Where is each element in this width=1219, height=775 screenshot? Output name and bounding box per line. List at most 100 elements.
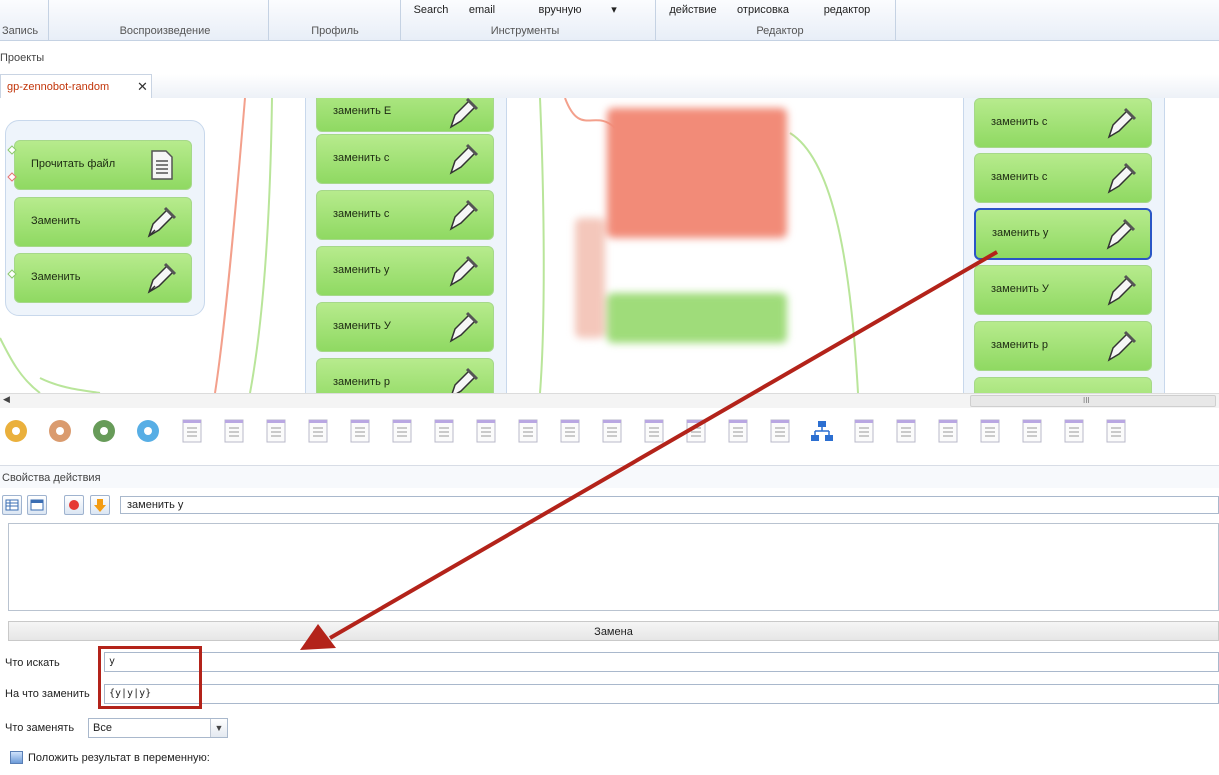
list-document-icon[interactable] (304, 416, 332, 446)
find-input[interactable]: у (104, 652, 1219, 672)
editor-button[interactable]: редактор (814, 4, 880, 17)
node-label: Заменить (31, 271, 81, 283)
robot-icon[interactable] (134, 416, 162, 446)
node-replace[interactable]: заменить У (974, 265, 1152, 315)
horizontal-scrollbar[interactable]: ◀ III (0, 393, 1219, 408)
scroll-left-arrow-icon[interactable]: ◀ (3, 394, 10, 405)
group-editor: Редактор (756, 25, 804, 37)
list-document-icon[interactable] (892, 416, 920, 446)
node-label: заменить у (333, 264, 390, 276)
node-label: заменить с (991, 116, 1048, 128)
record-icon[interactable] (64, 495, 84, 515)
save-result-checkbox[interactable] (10, 751, 23, 764)
node-partial[interactable] (974, 377, 1152, 393)
node-replace[interactable]: заменить у (316, 246, 494, 296)
list-document-icon[interactable] (1102, 416, 1130, 446)
list-document-icon[interactable] (262, 416, 290, 446)
properties-toolbar: заменить у (0, 490, 1219, 520)
dropdown-arrow-icon[interactable]: ▾ (606, 4, 622, 17)
node-label: заменить р (333, 376, 391, 388)
pen-icon (449, 199, 479, 231)
properties-title: Свойства действия (2, 472, 101, 484)
node-label: заменить У (333, 320, 391, 332)
section-title: Замена (594, 626, 633, 638)
email-button[interactable]: email (462, 4, 502, 17)
list-document-icon[interactable] (430, 416, 458, 446)
list-document-icon[interactable] (514, 416, 542, 446)
list-document-icon[interactable] (640, 416, 668, 446)
chalkboard-icon[interactable] (90, 416, 118, 446)
what-to-replace-select[interactable]: Все ▼ (88, 718, 228, 738)
save-result-label: Положить результат в переменную: (28, 752, 210, 764)
replace-input[interactable]: {у|у|у} (104, 684, 1219, 704)
chevron-down-icon[interactable]: ▼ (210, 719, 227, 737)
render-button[interactable]: отрисовка (730, 4, 796, 17)
node-replace[interactable]: заменить р (974, 321, 1152, 371)
annotation-highlight-box (98, 646, 202, 709)
network-icon[interactable] (808, 416, 836, 446)
node-replace[interactable]: заменить р (316, 358, 494, 393)
list-document-icon[interactable] (178, 416, 206, 446)
list-document-icon[interactable] (556, 416, 584, 446)
tab-project[interactable]: gp-zennobot-random ✕ (0, 74, 152, 98)
list-document-icon[interactable] (850, 416, 878, 446)
scrollbar-thumb[interactable]: III (970, 395, 1216, 407)
window-icon[interactable] (27, 495, 47, 515)
node-label: заменить У (991, 283, 1049, 295)
pen-icon (449, 311, 479, 343)
group-playback: Воспроизведение (119, 25, 211, 37)
ribbon: Search email вручную ▾ действие отрисовк… (0, 0, 1219, 41)
node-replace[interactable]: Заменить (14, 253, 192, 303)
action-name-field[interactable]: заменить у (120, 496, 1219, 514)
node-replace[interactable]: Заменить (14, 197, 192, 247)
pen-icon (449, 143, 479, 175)
table-icon[interactable] (2, 495, 22, 515)
tab-strip (0, 74, 1219, 99)
list-document-icon[interactable] (346, 416, 374, 446)
blurred-region (575, 98, 795, 358)
list-document-icon[interactable] (388, 416, 416, 446)
manual-button[interactable]: вручную (530, 4, 590, 17)
node-label: заменить с (333, 152, 390, 164)
group-record: Запись (1, 25, 39, 37)
separator (895, 0, 896, 40)
list-document-icon[interactable] (1018, 416, 1046, 446)
what-to-replace-label: Что заменять (5, 722, 75, 734)
list-document-icon[interactable] (976, 416, 1004, 446)
document-icon (151, 150, 173, 180)
user-icon[interactable] (46, 416, 74, 446)
list-document-icon[interactable] (598, 416, 626, 446)
list-document-icon[interactable] (724, 416, 752, 446)
action-description-area[interactable] (8, 523, 1219, 611)
node-replace[interactable]: заменить Е (316, 98, 494, 132)
node-replace[interactable]: заменить с (316, 134, 494, 184)
list-document-icon[interactable] (1060, 416, 1088, 446)
replace-section-header[interactable]: Замена (8, 621, 1219, 641)
node-replace[interactable]: заменить с (316, 190, 494, 240)
arrow-down-icon[interactable] (90, 495, 110, 515)
node-replace[interactable]: заменить с (974, 153, 1152, 203)
list-document-icon[interactable] (220, 416, 248, 446)
project-canvas[interactable]: Прочитать файл Заменить Заменить заменит… (0, 98, 1219, 393)
separator (655, 0, 656, 40)
pen-icon (1106, 218, 1136, 250)
node-replace-selected[interactable]: заменить у (974, 208, 1152, 260)
pen-icon (1107, 162, 1137, 194)
action-button[interactable]: действие (663, 4, 723, 17)
node-label: заменить у (992, 227, 1049, 239)
node-replace[interactable]: заменить с (974, 98, 1152, 148)
list-document-icon[interactable] (766, 416, 794, 446)
search-button[interactable]: Search (411, 4, 451, 17)
node-label: заменить р (991, 339, 1049, 351)
list-document-icon[interactable] (472, 416, 500, 446)
node-replace[interactable]: заменить У (316, 302, 494, 352)
actions-toolbar (0, 408, 1219, 458)
projects-label: Проекты (0, 52, 45, 64)
node-read-file[interactable]: Прочитать файл (14, 140, 192, 190)
connector-points (7, 145, 17, 279)
close-icon[interactable]: ✕ (137, 79, 148, 95)
list-document-icon[interactable] (934, 416, 962, 446)
list-document-icon[interactable] (682, 416, 710, 446)
gears-icon[interactable] (2, 416, 30, 446)
select-value: Все (93, 722, 112, 734)
